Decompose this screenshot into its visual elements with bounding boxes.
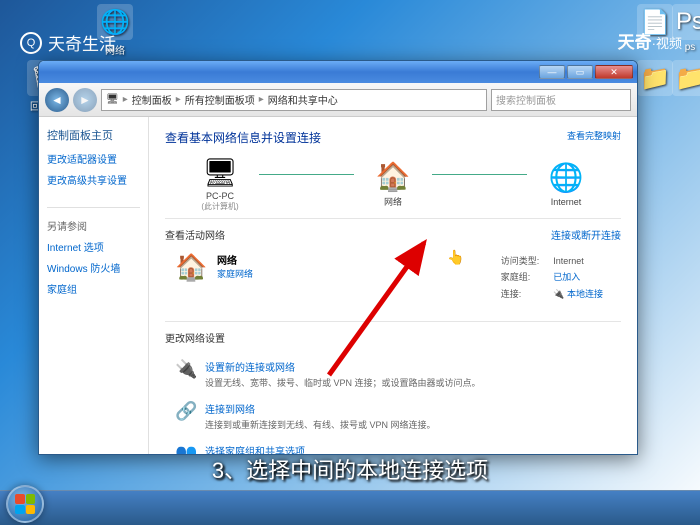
sidebar-also-internet[interactable]: Internet 选项 — [47, 239, 140, 254]
taskbar[interactable] — [0, 490, 700, 525]
sidebar: 控制面板主页 更改适配器设置 更改高级共享设置 另请参阅 Internet 选项… — [39, 117, 149, 454]
forward-button[interactable]: ► — [73, 88, 97, 112]
main-panel: 查看完整映射 查看基本网络信息并设置连接 🖥PC-PC(此计算机) 🏠网络 🌐I… — [149, 117, 637, 454]
prop-link[interactable]: 🔌 本地连接 — [547, 287, 609, 301]
globe-icon: 🌐 — [550, 162, 582, 194]
cfg-link[interactable]: 连接到网络 — [205, 401, 436, 416]
cfg-icon: 👥 — [175, 443, 197, 454]
watermark-left: Q天奇生活 — [20, 30, 116, 55]
cfg-icon: 🔌 — [175, 359, 197, 381]
desktop-icon[interactable]: 📁 — [665, 60, 700, 98]
pc-icon: 🖥 — [204, 156, 236, 188]
sidebar-also-homegroup[interactable]: 家庭组 — [47, 281, 140, 296]
network-icon: 🏠 — [175, 252, 207, 284]
network-type-link[interactable]: 家庭网络 — [217, 267, 483, 280]
cursor-icon: 👆 — [447, 249, 464, 266]
breadcrumb[interactable]: 🖥▸ 控制面板▸ 所有控制面板项▸ 网络和共享中心 — [101, 89, 487, 111]
full-map-link[interactable]: 查看完整映射 — [567, 129, 621, 142]
search-input[interactable]: 搜索控制面板 — [491, 89, 631, 111]
cfg-link[interactable]: 设置新的连接或网络 — [205, 359, 481, 374]
close-button[interactable]: ✕ — [595, 65, 633, 79]
watermark-right: 天奇·视频 — [618, 28, 682, 53]
cfg-icon: 🔗 — [175, 401, 197, 423]
network-map: 🖥PC-PC(此计算机) 🏠网络 🌐Internet — [165, 156, 621, 212]
titlebar: — ▭ ✕ — [39, 61, 637, 83]
nav-bar: ◄ ► 🖥▸ 控制面板▸ 所有控制面板项▸ 网络和共享中心 搜索控制面板 — [39, 83, 637, 117]
maximize-button[interactable]: ▭ — [567, 65, 593, 79]
control-panel-window: — ▭ ✕ ◄ ► 🖥▸ 控制面板▸ 所有控制面板项▸ 网络和共享中心 搜索控制… — [38, 60, 638, 455]
page-title: 查看基本网络信息并设置连接 — [165, 129, 621, 146]
see-also-header: 另请参阅 — [47, 218, 140, 233]
minimize-button[interactable]: — — [539, 65, 565, 79]
start-button[interactable] — [6, 485, 44, 523]
back-button[interactable]: ◄ — [45, 88, 69, 112]
connect-link[interactable]: 连接或断开连接 — [551, 227, 621, 242]
caption: 3、选择中间的本地连接选项 — [212, 453, 488, 485]
house-icon: 🏠 — [377, 160, 409, 192]
sidebar-also-firewall[interactable]: Windows 防火墙 — [47, 260, 140, 275]
sidebar-home[interactable]: 控制面板主页 — [47, 127, 140, 143]
sidebar-link-advanced[interactable]: 更改高级共享设置 — [47, 172, 140, 187]
prop-link[interactable]: 已加入 — [547, 270, 609, 284]
sidebar-link-adapter[interactable]: 更改适配器设置 — [47, 151, 140, 166]
